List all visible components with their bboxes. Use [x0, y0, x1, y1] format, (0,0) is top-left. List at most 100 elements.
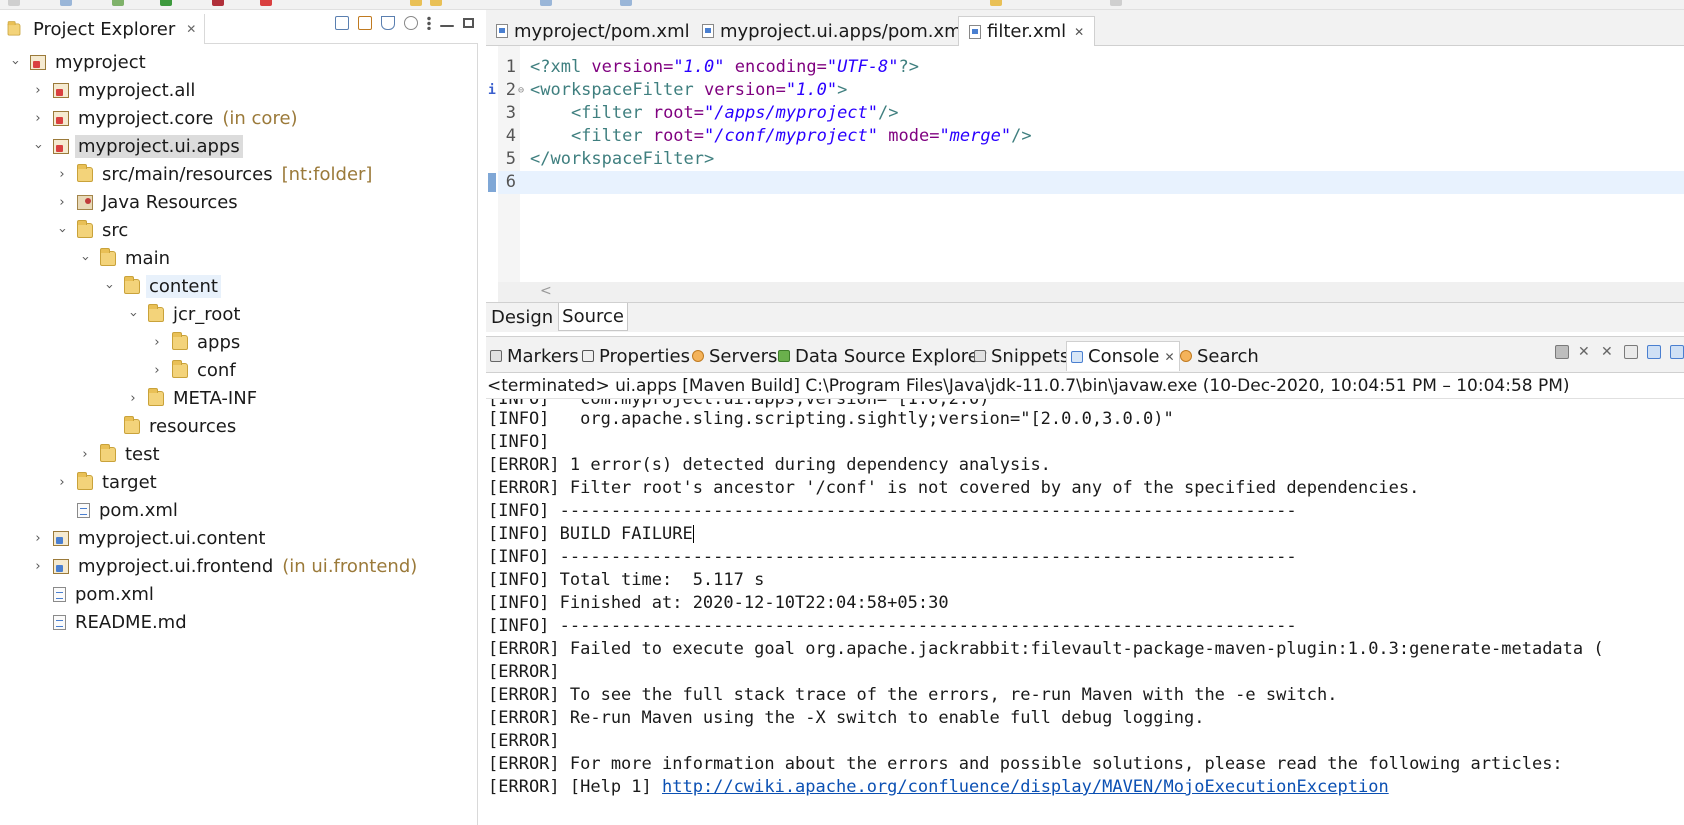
tab-markers[interactable]: Markers: [486, 341, 583, 371]
tree-item[interactable]: › pom.xml: [0, 580, 478, 608]
tree-item[interactable]: › resources: [0, 412, 478, 440]
tab-console[interactable]: Console ✕: [1066, 341, 1180, 371]
project-icon: [53, 82, 69, 98]
scroll-left-icon[interactable]: <: [540, 283, 552, 299]
console-output[interactable]: [INFO] com.myproject.ui.apps;version="[1…: [488, 399, 1684, 825]
expand-arrow-icon[interactable]: ›: [31, 559, 45, 574]
close-icon[interactable]: ✕: [186, 22, 196, 36]
tree-item-selected[interactable]: › myproject.ui.apps: [0, 132, 478, 160]
close-icon[interactable]: ✕: [1164, 350, 1174, 364]
clear-console-icon[interactable]: [1624, 345, 1638, 359]
remove-launch-icon[interactable]: ✕: [1578, 345, 1592, 359]
toolbar-button-icon[interactable]: [1110, 0, 1122, 6]
console-line: [INFO] BUILD FAILURE: [488, 524, 694, 544]
code-area[interactable]: 1 <?xml version="1.0" encoding="UTF-8"?>…: [488, 56, 1684, 194]
toolbar-button-icon[interactable]: [410, 0, 422, 6]
expand-arrow-icon[interactable]: ›: [55, 167, 69, 182]
help-link[interactable]: http://cwiki.apache.org/confluence/displ…: [662, 777, 1389, 797]
tree-item[interactable]: › myproject.ui.content: [0, 524, 478, 552]
tab-design[interactable]: Design: [488, 303, 556, 331]
tree-item[interactable]: › META-INF: [0, 384, 478, 412]
tree-item[interactable]: › conf: [0, 356, 478, 384]
tree-item[interactable]: › apps: [0, 328, 478, 356]
tree-item[interactable]: › jcr_root: [0, 300, 478, 328]
project-icon: [53, 110, 69, 126]
expand-arrow-icon[interactable]: ›: [31, 111, 45, 126]
toolbar-button-icon[interactable]: [260, 0, 272, 6]
close-icon[interactable]: ✕: [1074, 25, 1084, 39]
terminate-icon[interactable]: [1555, 345, 1569, 359]
properties-icon: [582, 350, 594, 362]
expand-arrow-icon[interactable]: ›: [31, 139, 46, 153]
tab-properties[interactable]: Properties: [578, 341, 694, 371]
tab-filter-xml[interactable]: filter.xml ✕: [958, 16, 1096, 46]
filter-icon[interactable]: [381, 16, 395, 30]
folder-icon: [100, 443, 116, 462]
main-toolbar: [0, 0, 1684, 10]
editor-tab-label: myproject/pom.xml: [514, 20, 690, 42]
toolbar-button-icon[interactable]: [620, 0, 632, 6]
horizontal-scrollbar[interactable]: <: [498, 282, 1684, 302]
tree-item-label: myproject.ui.content: [78, 527, 266, 549]
expand-arrow-icon[interactable]: ›: [102, 279, 117, 293]
tree-item[interactable]: › Java Resources: [0, 188, 478, 216]
tab-search[interactable]: Search: [1176, 341, 1263, 371]
toolbar-button-icon[interactable]: [540, 0, 552, 6]
toolbar-button-icon[interactable]: [990, 0, 1002, 6]
toolbar-button-icon[interactable]: [430, 0, 442, 6]
tree-item[interactable]: › myproject.ui.frontend (in ui.frontend): [0, 552, 478, 580]
view-menu-icon[interactable]: [427, 16, 431, 30]
expand-arrow-icon[interactable]: ›: [126, 391, 140, 406]
tree-item[interactable]: › content: [0, 272, 478, 300]
info-icon[interactable]: i: [488, 79, 496, 102]
line-number: 4: [505, 126, 516, 146]
expand-arrow-icon[interactable]: ›: [150, 335, 164, 350]
tree-item[interactable]: › src/main/resources [nt:folder]: [0, 160, 478, 188]
expand-arrow-icon[interactable]: ›: [55, 475, 69, 490]
tree-item[interactable]: › target: [0, 468, 478, 496]
toolbar-button-icon[interactable]: [112, 0, 124, 6]
tab-ui-apps-pom[interactable]: myproject.ui.apps/pom.xml: [692, 16, 977, 46]
tree-item-label: META-INF: [173, 387, 258, 409]
expand-arrow-icon[interactable]: ›: [126, 307, 141, 321]
toolbar-button-icon[interactable]: [212, 0, 224, 6]
word-wrap-icon[interactable]: [1670, 345, 1684, 359]
tree-item[interactable]: › src: [0, 216, 478, 244]
tree-item[interactable]: › myproject.core (in core): [0, 104, 478, 132]
tree-item[interactable]: › main: [0, 244, 478, 272]
project-explorer-header: Project Explorer ✕: [0, 10, 478, 44]
tree-item-label: myproject.core: [78, 107, 214, 129]
tree-item[interactable]: › README.md: [0, 608, 478, 636]
tab-myproject-pom[interactable]: myproject/pom.xml: [486, 16, 700, 46]
tree-item-label: src/main/resources: [102, 163, 273, 185]
expand-arrow-icon[interactable]: ›: [78, 447, 92, 462]
link-with-editor-icon[interactable]: [358, 16, 372, 30]
collapse-all-icon[interactable]: [335, 16, 349, 30]
view-options-icon[interactable]: [404, 16, 418, 30]
tab-snippets[interactable]: Snippets: [970, 341, 1073, 371]
scroll-lock-icon[interactable]: [1647, 345, 1661, 359]
minimize-icon[interactable]: [440, 25, 454, 27]
maximize-icon[interactable]: [463, 18, 474, 28]
expand-arrow-icon[interactable]: ›: [78, 251, 93, 265]
tree-item[interactable]: › myproject: [0, 48, 478, 76]
expand-arrow-icon[interactable]: ›: [31, 83, 45, 98]
toolbar-button-icon[interactable]: [8, 0, 20, 6]
expand-arrow-icon[interactable]: ›: [8, 55, 23, 69]
fold-toggle-icon[interactable]: ⊖: [518, 79, 526, 102]
toolbar-button-icon[interactable]: [60, 0, 72, 6]
tree-item[interactable]: › pom.xml: [0, 496, 478, 524]
expand-arrow-icon[interactable]: ›: [55, 195, 69, 210]
tree-item[interactable]: › myproject.all: [0, 76, 478, 104]
remove-all-terminated-icon[interactable]: ✕: [1601, 345, 1615, 359]
tab-data-source-explorer[interactable]: Data Source Explorer: [774, 341, 990, 371]
tab-source[interactable]: Source: [558, 303, 628, 331]
editor-tab-bar: myproject/pom.xml myproject.ui.apps/pom.…: [486, 10, 1684, 46]
tab-project-explorer[interactable]: Project Explorer ✕: [0, 14, 206, 44]
tree-item[interactable]: › test: [0, 440, 478, 468]
tab-servers[interactable]: Servers: [688, 341, 781, 371]
expand-arrow-icon[interactable]: ›: [150, 363, 164, 378]
toolbar-button-icon[interactable]: [160, 0, 172, 6]
expand-arrow-icon[interactable]: ›: [31, 531, 45, 546]
expand-arrow-icon[interactable]: ›: [55, 223, 70, 237]
